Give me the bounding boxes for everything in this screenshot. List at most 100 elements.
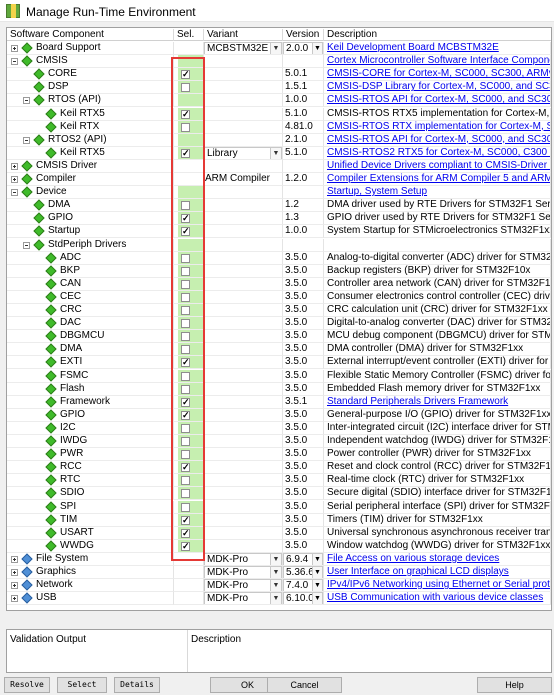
collapse-icon[interactable] — [11, 58, 18, 66]
expand-icon[interactable] — [11, 595, 18, 603]
table-row[interactable]: Keil RTX 4.81.0 CMSIS-RTOS RTX implementat… — [7, 120, 551, 134]
col-header-version[interactable]: Version — [283, 29, 324, 41]
checkbox[interactable] — [181, 476, 190, 486]
table-row[interactable]: RTOS2 (API) 2.1.0 CMSIS-RTOS API for Corte… — [7, 133, 551, 147]
expand-icon[interactable] — [11, 176, 18, 183]
version-select[interactable]: 7.4.0 ▼ — [283, 579, 323, 592]
table-row[interactable]: WWDG ✓ 3.5.0 Window watchdog (WWDG) driver … — [7, 539, 551, 553]
table-row[interactable]: Device Startup, System Setup — [7, 186, 551, 200]
checkbox[interactable] — [181, 384, 190, 394]
table-row[interactable]: SDIO 3.5.0 Secure digital (SDIO) interface… — [7, 487, 551, 501]
table-row[interactable]: I2C 3.5.0 Inter-integrated circuit (I2C) i… — [7, 421, 551, 435]
table-row[interactable]: TIM ✓ 3.5.0 Timers (TIM) driver for STM32F1… — [7, 513, 551, 527]
description-link[interactable]: Keil Development Board MCBSTM32E — [327, 42, 499, 53]
table-row[interactable]: Framework ✓ 3.5.1 Standard Peripherals Driv… — [7, 395, 551, 409]
checkbox[interactable] — [181, 345, 190, 355]
checked-checkbox[interactable]: ✓ — [181, 109, 190, 119]
select-packs-button[interactable]: Select P... — [57, 677, 107, 695]
table-row[interactable]: CEC 3.5.0 Consumer electronics control con… — [7, 290, 551, 304]
checked-checkbox[interactable]: ✓ — [181, 410, 190, 420]
table-row[interactable]: Compiler ARM Compiler 1.2.0 Compiler Extens… — [7, 173, 551, 187]
checkbox[interactable] — [181, 332, 190, 342]
table-row[interactable]: USB MDK-Pro ▼ 6.10.0 ▼ USB Communication with… — [7, 592, 551, 606]
table-row[interactable]: GPIO ✓ 1.3 GPIO driver used by RTE Drivers … — [7, 212, 551, 226]
checkbox[interactable] — [181, 423, 190, 433]
table-row[interactable]: StdPeriph Drivers — [7, 238, 551, 252]
checkbox[interactable] — [181, 122, 190, 132]
checkbox[interactable] — [181, 201, 190, 211]
table-row[interactable]: Flash 3.5.0 Embedded Flash memory driver f… — [7, 382, 551, 396]
table-row[interactable]: File System MDK-Pro ▼ 6.9.4 ▼ File Access on … — [7, 552, 551, 566]
version-select[interactable]: 2.0.0 ▼ — [283, 42, 323, 55]
description-link[interactable]: Startup, System Setup — [327, 186, 427, 197]
checkbox[interactable] — [181, 253, 190, 263]
description-link[interactable]: User Interface on graphical LCD displays — [327, 566, 509, 577]
expand-icon[interactable] — [11, 45, 18, 52]
table-row[interactable]: IWDG 3.5.0 Independent watchdog (IWDG) dri… — [7, 435, 551, 449]
help-button[interactable]: Help — [477, 677, 552, 693]
description-link[interactable]: CMSIS-RTOS API for Cortex-M, SC000, and … — [327, 94, 550, 105]
checkbox[interactable] — [181, 266, 190, 276]
col-header-description[interactable]: Description — [324, 29, 551, 41]
description-link[interactable]: CMSIS-RTOS2 RTX5 for Cortex-M, SC000, C3… — [327, 147, 550, 158]
checked-checkbox[interactable]: ✓ — [181, 70, 190, 80]
checkbox[interactable] — [181, 83, 190, 93]
checked-checkbox[interactable]: ✓ — [181, 214, 190, 224]
checkbox[interactable] — [181, 306, 190, 315]
col-header-sel[interactable]: Sel. — [174, 29, 204, 41]
table-row[interactable]: CAN 3.5.0 Controller area network (CAN) dr… — [7, 277, 551, 291]
table-row[interactable]: DMA 1.2 DMA driver used by RTE Drivers for… — [7, 199, 551, 213]
collapse-icon[interactable] — [23, 241, 30, 249]
collapse-icon[interactable] — [23, 97, 30, 105]
version-select[interactable]: 5.36.6 ▼ — [283, 566, 323, 579]
expand-icon[interactable] — [11, 582, 18, 590]
checkbox[interactable] — [181, 450, 190, 460]
table-row[interactable]: GPIO ✓ 3.5.0 General-purpose I/O (GPIO) dri… — [7, 408, 551, 422]
checkbox[interactable] — [181, 489, 190, 499]
description-link[interactable]: IPv4/IPv6 Networking using Ethernet or S… — [327, 579, 550, 590]
table-row[interactable]: Keil RTX5 ✓ 5.1.0 CMSIS-RTOS RTX5 implement… — [7, 107, 551, 121]
table-row[interactable]: EXTI ✓ 3.5.0 External interrupt/event contr… — [7, 356, 551, 370]
details-button[interactable]: Details — [114, 677, 160, 693]
table-row[interactable]: Graphics MDK-Pro ▼ 5.36.6 ▼ User Interface on… — [7, 566, 551, 580]
description-link[interactable]: CMSIS-DSP Library for Cortex-M, SC000, a… — [327, 81, 550, 92]
expand-icon[interactable] — [11, 555, 18, 563]
table-row[interactable]: Network MDK-Pro ▼ 7.4.0 ▼ IPv4/IPv6 Networkin… — [7, 579, 551, 593]
checked-checkbox[interactable]: ✓ — [181, 358, 190, 368]
table-row[interactable]: CMSIS Driver Unified Device Drivers compl… — [7, 159, 551, 173]
cancel-button[interactable]: Cancel — [267, 677, 342, 693]
description-link[interactable]: Compiler Extensions for ARM Compiler 5 a… — [327, 173, 550, 184]
description-link[interactable]: Cortex Microcontroller Software Interfac… — [327, 55, 550, 66]
table-row[interactable]: USART ✓ 3.5.0 Universal synchronous asynchr… — [7, 526, 551, 540]
version-select[interactable]: 6.10.0 ▼ — [283, 592, 323, 605]
table-row[interactable]: DSP 1.5.1 CMSIS-DSP Library for Cortex-M, … — [7, 81, 551, 95]
variant-select[interactable]: Library ▼ — [204, 146, 282, 159]
variant-select[interactable]: MCBSTM32E ▼ — [204, 42, 282, 55]
expand-icon[interactable] — [11, 162, 18, 170]
description-link[interactable]: File Access on various storage devices — [327, 553, 499, 564]
table-row[interactable]: DMA 3.5.0 DMA controller (DMA) driver for … — [7, 343, 551, 357]
checkbox[interactable] — [181, 319, 190, 329]
table-row[interactable]: SPI 3.5.0 Serial peripheral interface (SPI… — [7, 500, 551, 514]
table-row[interactable]: Keil RTX5 ✓ Library ▼ 5.1.0 CMSIS-RTOS2 RTX5 … — [7, 146, 551, 160]
col-header-variant[interactable]: Variant — [204, 29, 283, 41]
expand-icon[interactable] — [11, 569, 18, 576]
table-row[interactable]: BKP 3.5.0 Backup registers (BKP) driver fo… — [7, 264, 551, 278]
description-link[interactable]: CMSIS-RTOS API for Cortex-M, SC000, and … — [327, 134, 550, 145]
table-row[interactable]: CORE ✓ 5.0.1 CMSIS-CORE for Cortex-M, SC000… — [7, 68, 551, 82]
col-header-component[interactable]: Software Component — [7, 29, 174, 41]
checkbox[interactable] — [181, 279, 190, 289]
description-link[interactable]: Unified Device Drivers compliant to CMSI… — [327, 160, 550, 171]
variant-select[interactable]: MDK-Pro ▼ — [204, 579, 282, 592]
version-select[interactable]: 6.9.4 ▼ — [283, 552, 323, 565]
checked-checkbox[interactable]: ✓ — [181, 541, 190, 551]
description-link[interactable]: CMSIS-RTOS RTX implementation for Cortex… — [327, 121, 550, 132]
table-row[interactable]: ADC 3.5.0 Analog-to-digital converter (ADC… — [7, 251, 551, 265]
description-link[interactable]: USB Communication with various device cl… — [327, 592, 543, 603]
checked-checkbox[interactable]: ✓ — [181, 463, 190, 473]
variant-select[interactable]: MDK-Pro ▼ — [204, 592, 282, 605]
checkbox[interactable] — [181, 437, 190, 446]
table-row[interactable]: RTC 3.5.0 Real-time clock (RTC) driver for… — [7, 474, 551, 488]
checked-checkbox[interactable]: ✓ — [181, 515, 190, 525]
table-row[interactable]: Startup ✓ 1.0.0 System Startup for STMicroe… — [7, 225, 551, 239]
